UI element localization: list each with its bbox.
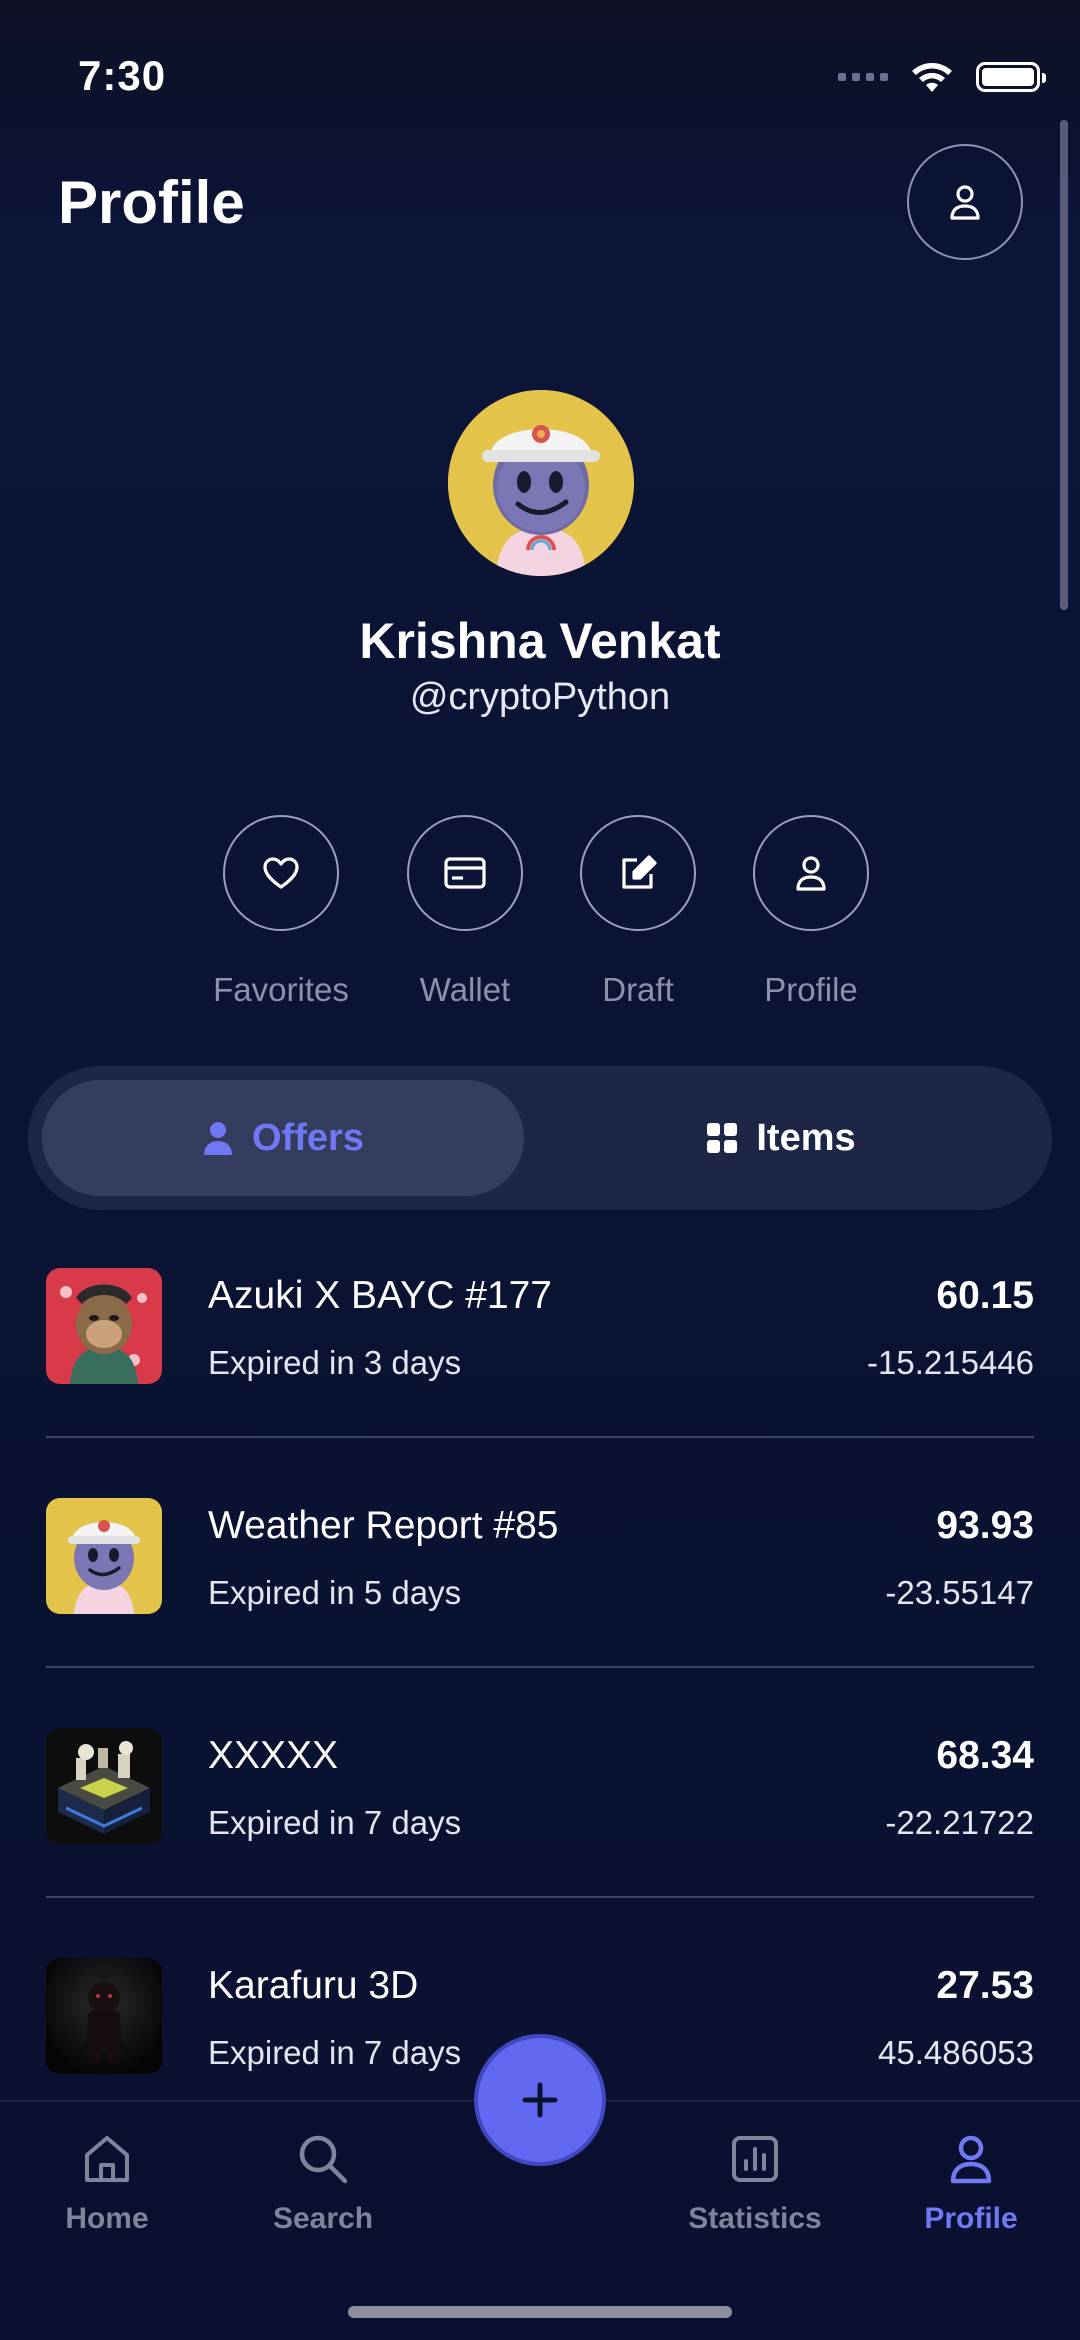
favorites-button[interactable]: Favorites — [191, 815, 371, 1009]
item-price: 60.15 — [936, 1274, 1034, 1317]
tab-home[interactable]: Home — [7, 2124, 207, 2236]
wallet-label: Wallet — [419, 971, 511, 1008]
draft-button[interactable]: Draft — [548, 815, 728, 1009]
item-name: Weather Report #85 — [208, 1504, 559, 1547]
scrollbar[interactable] — [1060, 120, 1068, 610]
user-name: Krishna Venkat — [359, 613, 721, 669]
battery-icon — [976, 62, 1046, 92]
profile-action-label: Profile — [764, 971, 858, 1008]
item-change: 45.486053 — [878, 2034, 1034, 2071]
page-title: Profile — [58, 169, 245, 236]
edit-icon — [622, 855, 657, 889]
user-handle: @cryptoPython — [409, 676, 671, 718]
user-icon — [950, 2135, 992, 2184]
avatar — [448, 390, 634, 576]
app-screen: 7:30 Profile Krishna Venkat @cryptoPytho… — [0, 0, 1080, 2340]
tab-search-label: Search — [272, 2202, 374, 2235]
tab-profile-label: Profile — [924, 2202, 1018, 2235]
user-icon — [796, 856, 826, 891]
tab-statistics-label: Statistics — [688, 2202, 822, 2235]
home-icon — [85, 2136, 129, 2182]
list-item[interactable]: Weather Report #85 Expired in 5 days 93.… — [46, 1470, 1034, 1700]
nft-thumbnail — [46, 1728, 162, 1844]
list-item[interactable]: Azuki X BAYC #177 Expired in 3 days 60.1… — [46, 1240, 1034, 1470]
divider — [46, 1436, 1034, 1438]
item-expiry: Expired in 5 days — [208, 1574, 462, 1611]
quick-actions: Favorites Wallet Draft Profile — [0, 815, 1080, 1015]
add-button[interactable] — [474, 2034, 606, 2166]
grid-icon — [707, 1123, 738, 1153]
item-name: Azuki X BAYC #177 — [208, 1274, 552, 1317]
chart-icon — [732, 2136, 778, 2182]
status-time: 7:30 — [78, 52, 167, 99]
item-change: -22.21722 — [885, 1804, 1034, 1841]
header-profile-button[interactable] — [907, 144, 1023, 260]
plus-icon — [522, 2082, 558, 2118]
nft-thumbnail — [46, 1958, 162, 2074]
home-indicator — [348, 2306, 732, 2318]
item-expiry: Expired in 7 days — [208, 2034, 462, 2071]
list-item[interactable]: XXXXX Expired in 7 days 68.34 -22.21722 — [46, 1700, 1034, 1930]
item-change: -23.55147 — [885, 1574, 1034, 1611]
tab-items[interactable]: Items — [524, 1080, 1038, 1196]
tab-search[interactable]: Search — [223, 2124, 423, 2236]
heart-icon — [263, 857, 299, 889]
search-icon — [299, 2135, 348, 2184]
segmented-control: Offers Items — [28, 1066, 1052, 1210]
favorites-label: Favorites — [213, 971, 349, 1008]
wallet-icon — [444, 857, 486, 889]
item-expiry: Expired in 7 days — [208, 1804, 462, 1841]
tab-home-label: Home — [65, 2202, 149, 2235]
divider — [46, 1666, 1034, 1668]
item-price: 27.53 — [936, 1964, 1034, 2007]
tab-offers[interactable]: Offers — [42, 1080, 524, 1196]
wifi-icon — [912, 63, 952, 92]
profile-action-button[interactable]: Profile — [721, 815, 901, 1009]
signal-icon — [838, 73, 888, 81]
item-price: 68.34 — [936, 1734, 1034, 1777]
nft-thumbnail — [46, 1498, 162, 1614]
divider — [46, 1896, 1034, 1898]
tab-profile[interactable]: Profile — [871, 2124, 1071, 2236]
item-name: XXXXX — [208, 1734, 339, 1777]
user-icon — [950, 185, 980, 220]
offers-list: Azuki X BAYC #177 Expired in 3 days 60.1… — [46, 1240, 1034, 2160]
item-name: Karafuru 3D — [208, 1964, 419, 2007]
tab-offers-label: Offers — [252, 1116, 364, 1159]
nft-thumbnail — [46, 1268, 162, 1384]
status-icons — [838, 60, 1046, 94]
user-filled-icon — [204, 1122, 233, 1155]
draft-label: Draft — [602, 971, 674, 1008]
wallet-button[interactable]: Wallet — [375, 815, 555, 1009]
item-expiry: Expired in 3 days — [208, 1344, 462, 1381]
tab-items-label: Items — [756, 1116, 856, 1159]
tab-statistics[interactable]: Statistics — [655, 2124, 855, 2236]
item-change: -15.215446 — [867, 1344, 1034, 1381]
item-price: 93.93 — [936, 1504, 1034, 1547]
